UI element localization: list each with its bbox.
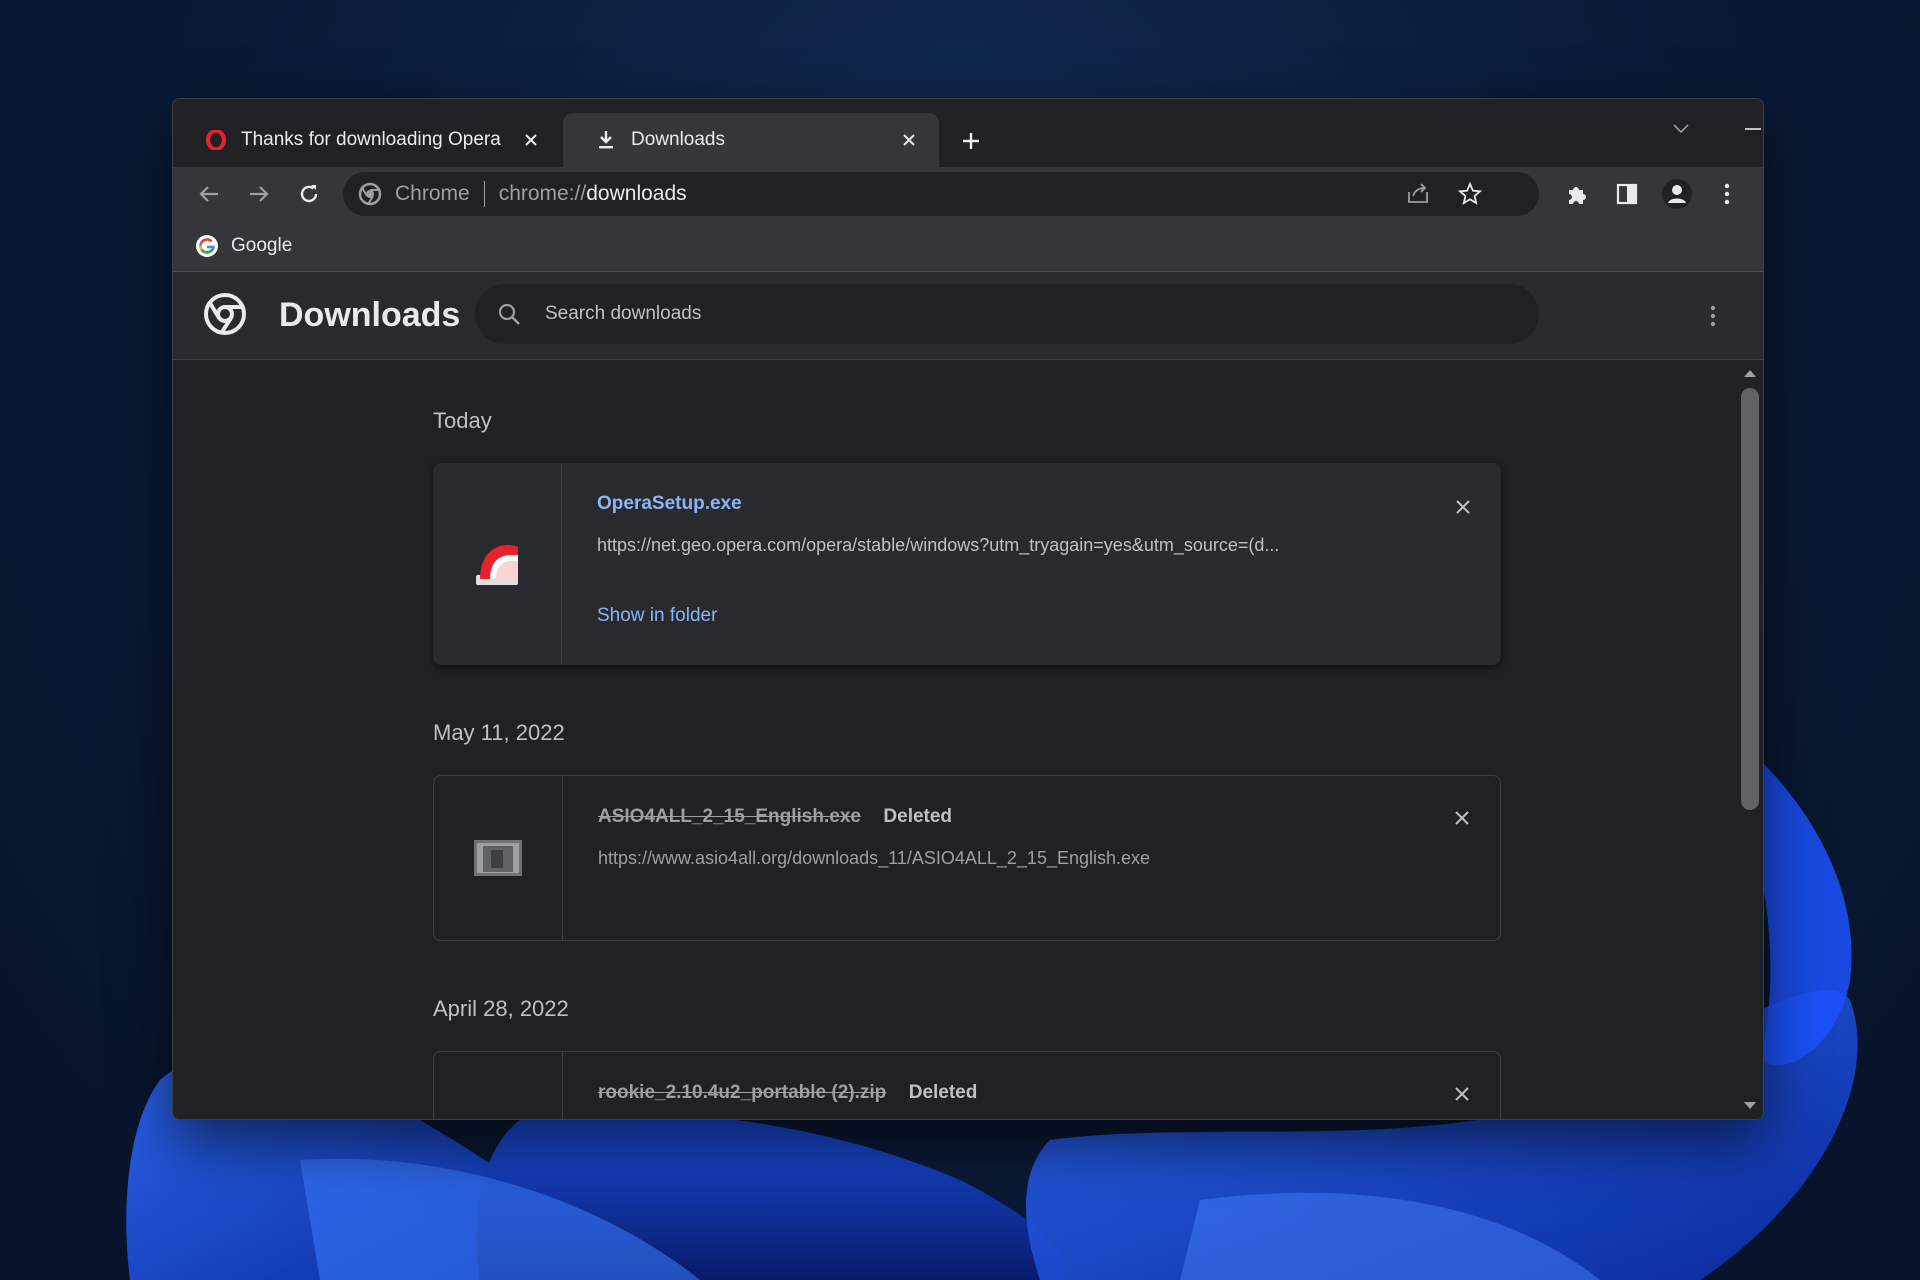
scroll-thumb[interactable] xyxy=(1741,388,1759,810)
browser-window: Thanks for downloading Opera Downloads C… xyxy=(172,98,1764,1120)
menu-kebab-icon[interactable] xyxy=(1709,176,1745,212)
date-heading: April 28, 2022 xyxy=(433,996,569,1021)
title-bar: Thanks for downloading Opera Downloads xyxy=(173,99,1763,167)
profile-avatar-icon[interactable] xyxy=(1659,176,1695,212)
bookmark-google[interactable]: Google xyxy=(195,231,292,261)
download-item: ASIO4ALL_2_15_English.exe Deleted https:… xyxy=(433,775,1501,941)
url-path: downloads xyxy=(586,182,687,205)
status-badge: Deleted xyxy=(883,806,953,827)
tab-title: Downloads xyxy=(631,129,725,150)
status-badge: Deleted xyxy=(908,1082,978,1103)
tab-search-button[interactable] xyxy=(1653,109,1709,149)
file-icon-column xyxy=(433,463,562,665)
plus-icon xyxy=(963,133,979,149)
file-icon-column xyxy=(434,776,563,940)
scroll-up-arrow-icon[interactable] xyxy=(1744,370,1756,377)
downloads-header: Downloads xyxy=(173,272,1763,360)
reload-icon xyxy=(300,185,318,203)
date-heading: Today xyxy=(433,408,492,433)
tab-downloads[interactable]: Downloads xyxy=(563,113,939,167)
side-panel-icon[interactable] xyxy=(1609,176,1645,212)
minimize-button[interactable] xyxy=(1725,109,1763,149)
exe-file-icon xyxy=(474,840,522,876)
extensions-icon[interactable] xyxy=(1559,176,1595,212)
downloads-more-icon[interactable] xyxy=(1693,296,1733,336)
scroll-down-arrow-icon[interactable] xyxy=(1744,1102,1756,1109)
chrome-logo-icon xyxy=(204,293,246,335)
arrow-right-icon xyxy=(250,186,269,202)
close-icon xyxy=(1455,1087,1469,1101)
remove-download-button[interactable] xyxy=(1449,493,1477,521)
search-icon xyxy=(495,300,523,328)
download-item: OperaSetup.exe https://net.geo.opera.com… xyxy=(433,463,1501,665)
toolbar: Chrome chrome:// downloads xyxy=(173,167,1763,221)
url-scheme: chrome:// xyxy=(498,182,587,205)
opera-setup-file-icon xyxy=(476,545,518,585)
new-tab-button[interactable] xyxy=(953,123,989,159)
search-box xyxy=(475,284,1539,344)
download-url[interactable]: https://net.geo.opera.com/opera/stable/w… xyxy=(597,535,1397,556)
downloads-list: Today OperaSetup.exe https://net.geo.ope… xyxy=(173,360,1736,1119)
tab-opera-thanks[interactable]: Thanks for downloading Opera xyxy=(173,113,561,167)
file-name-link[interactable]: OperaSetup.exe xyxy=(597,493,742,514)
vertical-scrollbar[interactable] xyxy=(1736,360,1763,1119)
divider xyxy=(483,181,485,207)
file-name: rookie_2.10.4u2_portable (2).zip xyxy=(598,1082,887,1103)
show-in-folder-link[interactable]: Show in folder xyxy=(597,605,717,626)
bookmark-label: Google xyxy=(231,235,293,256)
search-input[interactable] xyxy=(543,302,1539,326)
file-icon-column xyxy=(434,1052,563,1119)
bookmarks-bar: Google xyxy=(173,221,1763,272)
share-icon[interactable] xyxy=(1403,179,1433,209)
remove-download-button[interactable] xyxy=(1448,1080,1476,1108)
opera-icon xyxy=(205,129,227,151)
reload-button[interactable] xyxy=(291,176,327,212)
download-item: rookie_2.10.4u2_portable (2).zip Deleted xyxy=(433,1051,1501,1119)
date-heading: May 11, 2022 xyxy=(433,720,565,745)
chevron-down-icon xyxy=(1673,124,1689,134)
download-url[interactable]: https://www.asio4all.org/downloads_11/AS… xyxy=(598,848,1398,869)
arrow-left-icon xyxy=(199,186,218,202)
remove-download-button[interactable] xyxy=(1448,804,1476,832)
forward-button[interactable] xyxy=(241,176,277,212)
close-icon xyxy=(1456,500,1470,514)
site-chip-label: Chrome xyxy=(395,182,470,205)
back-button[interactable] xyxy=(191,176,227,212)
close-icon[interactable] xyxy=(519,128,543,152)
bookmark-star-icon[interactable] xyxy=(1455,179,1485,209)
google-icon xyxy=(196,235,218,257)
minimize-icon xyxy=(1745,128,1761,130)
close-icon[interactable] xyxy=(897,128,921,152)
download-icon xyxy=(595,129,617,151)
tab-title: Thanks for downloading Opera xyxy=(241,129,501,150)
file-name: ASIO4ALL_2_15_English.exe xyxy=(598,806,861,827)
address-bar[interactable]: Chrome chrome:// downloads xyxy=(343,172,1539,216)
close-icon xyxy=(1455,811,1469,825)
chrome-icon xyxy=(357,181,383,207)
page-title: Downloads xyxy=(279,296,461,334)
